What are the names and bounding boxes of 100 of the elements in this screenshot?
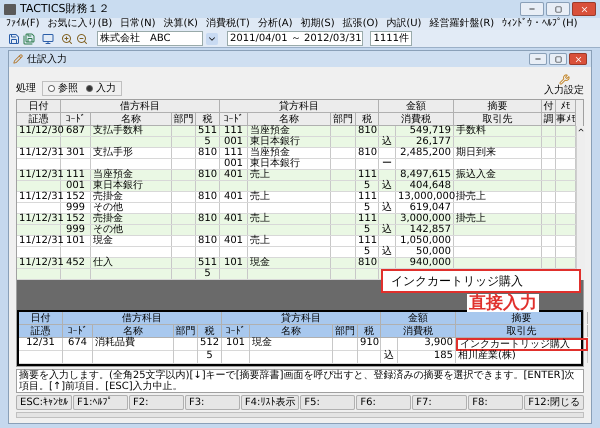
column-header: 部門	[172, 113, 196, 125]
table-cell: 111	[356, 170, 379, 180]
period-field[interactable]: 2011/04/01 ～ 2012/03/31	[227, 31, 363, 46]
function-key-button[interactable]: F1:ﾍﾙﾌﾟ	[73, 395, 128, 410]
table-cell: 185	[398, 351, 456, 363]
zoom-out-icon[interactable]	[76, 32, 88, 44]
column-header: 名称	[248, 113, 331, 125]
table-cell: 5	[356, 181, 379, 191]
table-cell: 売上	[248, 192, 331, 202]
company-field[interactable]: 株式会社 ABC	[97, 31, 203, 46]
table-cell: ー	[379, 159, 396, 169]
column-header: 借方科目	[63, 312, 222, 324]
monitor-icon[interactable]	[42, 32, 54, 44]
column-header: 調	[542, 113, 556, 125]
menu-item[interactable]: 内訳(U)	[386, 18, 422, 30]
wrench-icon	[558, 74, 570, 85]
table-cell: 売上	[248, 214, 331, 224]
table-cell: 001	[61, 181, 91, 191]
dropdown-button[interactable]	[206, 32, 218, 44]
minimize-button[interactable]	[529, 53, 547, 65]
column-header: 税	[358, 325, 381, 337]
summary-field[interactable]: インクカートリッジ購入	[456, 338, 588, 351]
column-header: 摘要	[454, 100, 542, 112]
menu-item[interactable]: 日常(N)	[120, 18, 156, 30]
column-header: 名称	[93, 325, 174, 337]
table-cell: 込	[381, 351, 398, 363]
table-cell: 支払手数料	[91, 126, 172, 136]
table-cell: 東日本銀行	[248, 159, 331, 169]
menu-item[interactable]: ｳｨﾝﾄﾞｳ・ﾍﾙﾌﾟ(H)	[502, 18, 578, 30]
close-icon	[580, 4, 588, 14]
column-header: ｺｰﾄﾞ	[61, 113, 91, 125]
close-icon	[574, 54, 582, 64]
table-cell: 当座預金	[248, 148, 331, 158]
column-header: 名称	[250, 325, 333, 337]
save-icon[interactable]	[8, 32, 20, 44]
radio-button[interactable]: 参照	[48, 81, 78, 96]
scroll-up-icon[interactable]	[577, 126, 585, 134]
maximize-button[interactable]	[549, 53, 567, 65]
table-cell: 支払手形	[91, 148, 172, 158]
menu-item[interactable]: 消費税(T)	[206, 18, 250, 30]
table-cell: 401	[220, 192, 248, 202]
table-cell: 期日到来	[454, 148, 542, 158]
menu-item[interactable]: 初期(S)	[300, 18, 335, 30]
app-icon	[4, 4, 16, 14]
table-cell: 5	[356, 247, 379, 257]
table-cell: 5	[356, 203, 379, 213]
function-key-button[interactable]: F7:	[412, 395, 468, 410]
function-key-button[interactable]: F8:	[468, 395, 524, 410]
zoom-in-icon[interactable]	[61, 32, 73, 44]
maximize-icon	[554, 56, 562, 62]
close-button[interactable]	[569, 53, 587, 65]
function-key-button[interactable]: F12:閉じる	[524, 395, 584, 410]
save-all-icon[interactable]	[23, 32, 35, 44]
column-header: 摘要	[456, 312, 588, 324]
table-cell: 404,648	[396, 181, 454, 191]
function-key-button[interactable]: F5:	[300, 395, 356, 410]
table-cell: 5	[198, 351, 222, 363]
column-header: 部門	[174, 325, 198, 337]
menu-item[interactable]: 決算(K)	[164, 18, 198, 30]
function-key-button[interactable]: F6:	[356, 395, 412, 410]
radio-button[interactable]: 入力	[86, 81, 116, 96]
table-cell: 東日本銀行	[91, 181, 172, 191]
menu-item[interactable]: 経営羅針盤(R)	[429, 18, 494, 30]
close-button[interactable]	[572, 2, 596, 16]
summary-field[interactable]: 相川産業(株)	[456, 351, 588, 363]
menu-item[interactable]: 拡張(O)	[342, 18, 378, 30]
table-cell: 現金	[248, 258, 331, 268]
table-cell: 東日本銀行	[248, 137, 331, 147]
settings-button[interactable]: 入力設定	[544, 74, 584, 96]
table-cell: 810	[196, 192, 220, 202]
callout-box: インクカートリッジ購入	[381, 269, 581, 293]
table-cell: 11/12/30	[17, 126, 61, 136]
function-key-button[interactable]: ESC:ｷｬﾝｾﾙ	[16, 395, 72, 410]
menu-item[interactable]: ﾌｧｲﾙ(F)	[6, 18, 40, 30]
pencil-icon	[13, 54, 23, 64]
table-cell: 1,050,000	[396, 236, 454, 246]
column-header: 借方科目	[61, 100, 220, 112]
menu-item[interactable]: お気に入り(B)	[48, 18, 112, 30]
table-cell: 11/12/31	[17, 258, 61, 268]
table-cell: 940,000	[396, 258, 454, 268]
column-header: ｺｰﾄﾞ	[63, 325, 93, 337]
window-title: 仕訳入力	[27, 52, 68, 66]
column-header: 金額	[381, 312, 456, 324]
table-cell: 5	[356, 225, 379, 235]
table-cell: 込	[379, 225, 396, 235]
column-header: 税	[356, 113, 379, 125]
table-cell: 142,857	[396, 225, 454, 235]
maximize-button[interactable]	[546, 2, 570, 16]
column-header: 取引先	[454, 113, 542, 125]
table-cell: 001	[220, 137, 248, 147]
function-key-button[interactable]: F4:ﾘｽﾄ表示	[240, 395, 300, 410]
function-key-button[interactable]: F3:	[184, 395, 240, 410]
table-cell: 込	[379, 247, 396, 257]
function-key-button[interactable]: F2:	[128, 395, 184, 410]
column-header: ｺｰﾄﾞ	[220, 113, 248, 125]
column-header: 貸方科目	[220, 100, 379, 112]
menu-item[interactable]: 分析(A)	[258, 18, 292, 30]
table-cell: 810	[196, 214, 220, 224]
table-cell: 2,485,200	[396, 148, 454, 158]
horizontal-scrollbar[interactable]	[16, 412, 584, 418]
